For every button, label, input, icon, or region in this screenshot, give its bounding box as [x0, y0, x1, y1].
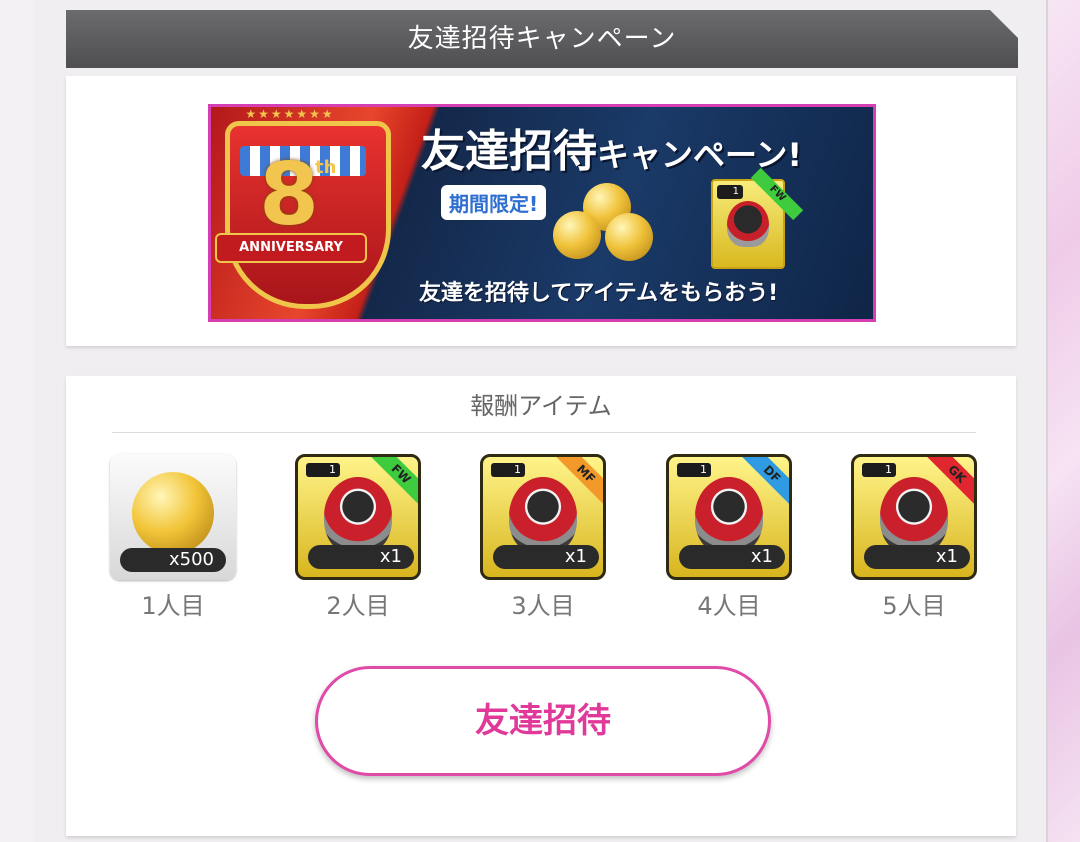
divider: [112, 432, 976, 433]
gold-ball: [132, 472, 214, 554]
page-title-bar: 友達招待キャンペーン: [66, 10, 1018, 68]
banner-title: 友達招待キャンペーン!: [421, 115, 802, 179]
player-avatar-icon: [727, 201, 769, 247]
coins-icon: [553, 183, 663, 263]
gold-ball-icon: x500: [110, 454, 236, 580]
player-avatar-icon: [509, 477, 577, 555]
invite-friends-button[interactable]: 友達招待: [315, 666, 771, 776]
card-level-badge: 1: [717, 185, 743, 199]
emblem-stars: ★★★★★★★: [245, 107, 335, 121]
quantity-pill: x1: [679, 545, 785, 569]
reward-item-5[interactable]: 1 GK x1 5人目: [851, 454, 981, 621]
quantity-pill: x1: [864, 545, 970, 569]
anniversary-number: 8: [259, 145, 319, 245]
reward-item-4[interactable]: 1 DF x1 4人目: [666, 454, 796, 621]
player-avatar-icon: [695, 477, 763, 555]
quantity-pill: x1: [493, 545, 599, 569]
anniversary-suffix: th: [315, 157, 337, 178]
player-card-icon: 1 FW: [711, 167, 804, 269]
reward-label: 4人目: [697, 592, 761, 620]
banner-subtitle: 友達を招待してアイテムをもらおう!: [419, 281, 779, 306]
reward-item-1[interactable]: x500 1人目: [110, 454, 240, 621]
quantity-pill: x1: [308, 545, 414, 569]
quantity-pill: x500: [120, 548, 226, 572]
card-level-badge: 1: [491, 463, 525, 477]
reward-card: 報酬アイテム x500 1人目 1 FW x1 2人目 1 MF x1 3人目 …: [66, 376, 1016, 836]
player-card-icon: 1 DF x1: [666, 454, 792, 580]
reward-label: 5人目: [882, 592, 946, 620]
page-title: 友達招待キャンペーン: [407, 24, 677, 54]
banner-title-rest: キャンペーン!: [597, 136, 802, 174]
card-level-badge: 1: [862, 463, 896, 477]
card-level-badge: 1: [677, 463, 711, 477]
player-avatar-icon: [324, 477, 392, 555]
card-level-badge: 1: [306, 463, 340, 477]
player-card-icon: 1 FW x1: [295, 454, 421, 580]
background-decoration: [1046, 0, 1080, 842]
player-card-icon: 1 GK x1: [851, 454, 977, 580]
reward-item-2[interactable]: 1 FW x1 2人目: [295, 454, 425, 621]
left-gutter: [0, 0, 34, 842]
banner-card: ★★★★★★★ 8 th ANNIVERSARY 友達招待キャンペーン! 期間限…: [66, 76, 1016, 346]
banner-title-main: 友達招待: [421, 126, 597, 177]
reward-label: 2人目: [326, 592, 390, 620]
reward-label: 1人目: [141, 592, 205, 620]
campaign-banner[interactable]: ★★★★★★★ 8 th ANNIVERSARY 友達招待キャンペーン! 期間限…: [208, 104, 876, 322]
player-avatar-icon: [880, 477, 948, 555]
player-card-icon: 1 MF x1: [480, 454, 606, 580]
reward-label: 3人目: [511, 592, 575, 620]
anniversary-ribbon: ANNIVERSARY: [215, 233, 367, 263]
reward-item-3[interactable]: 1 MF x1 3人目: [480, 454, 610, 621]
reward-section-title: 報酬アイテム: [470, 392, 612, 420]
limited-time-tag: 期間限定!: [441, 185, 547, 220]
